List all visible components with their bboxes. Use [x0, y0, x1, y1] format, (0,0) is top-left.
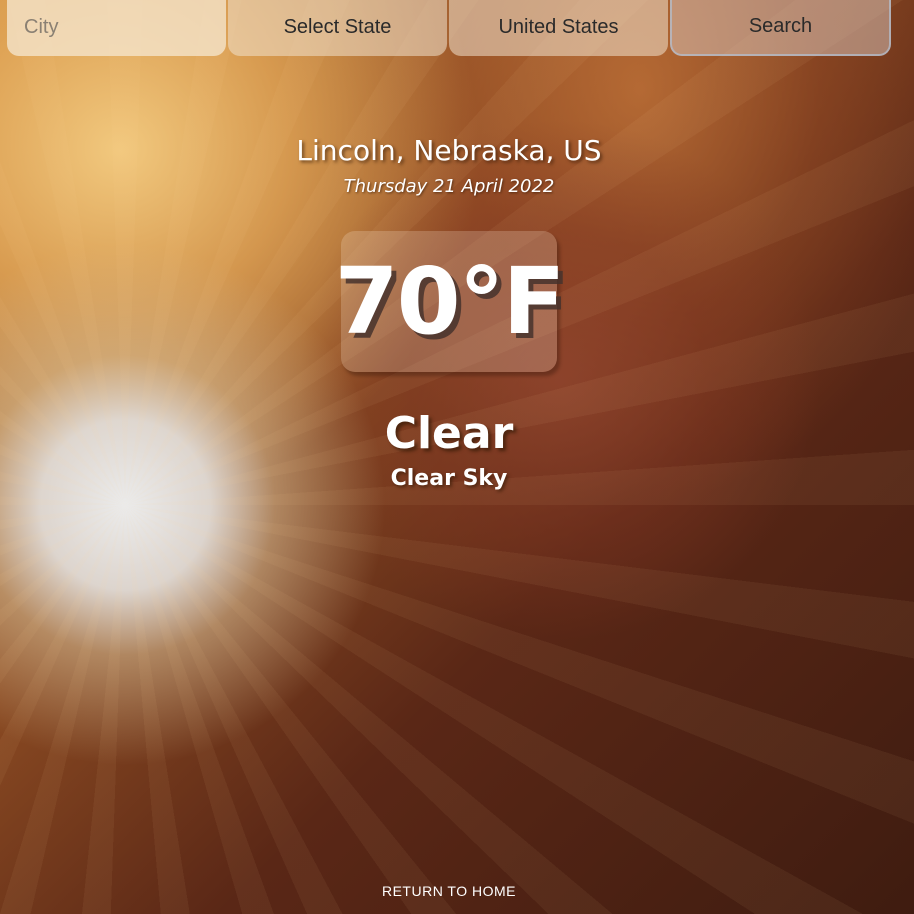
location-title: Lincoln, Nebraska, US [296, 134, 602, 167]
temperature-card: 70°F [335, 231, 565, 372]
temperature-value: 70°F [334, 247, 566, 355]
weather-description: Clear Sky [390, 466, 508, 491]
return-to-home-link[interactable]: RETURN TO HOME [0, 883, 898, 899]
search-button-label: Search [748, 14, 813, 37]
weather-condition: Clear [384, 408, 514, 459]
weather-page: { "search_bar": { "city_placeholder": "C… [0, 0, 914, 914]
country-select[interactable]: United States [449, 0, 668, 56]
city-field[interactable] [7, 0, 226, 56]
city-input[interactable] [22, 14, 216, 40]
state-select-value: Select State [283, 15, 392, 38]
state-select[interactable]: Select State [228, 0, 447, 56]
country-select-value: United States [498, 15, 619, 38]
search-bar: Select State United States Search [7, 0, 891, 56]
search-button[interactable]: Search [670, 0, 891, 56]
current-date: Thursday 21 April 2022 [343, 176, 555, 197]
